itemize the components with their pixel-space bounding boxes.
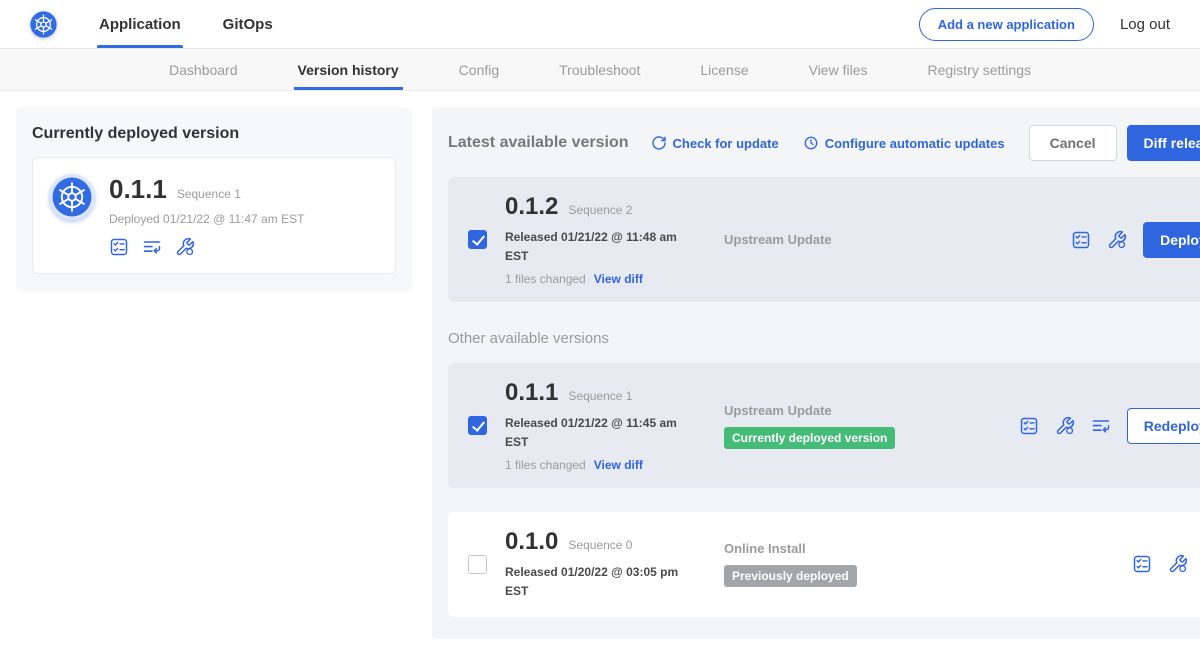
version-source: Online Install Previously deployed <box>720 541 1132 587</box>
currently-deployed-panel: Currently deployed version 0.1.1 Sequenc… <box>16 107 412 292</box>
release-notes-icon[interactable] <box>1132 554 1152 574</box>
diff-icon[interactable] <box>1091 416 1111 436</box>
config-wrench-icon[interactable] <box>1168 554 1188 574</box>
diff-releases-button[interactable]: Diff releases <box>1127 125 1200 161</box>
subnav-tab-version-history[interactable]: Version history <box>298 49 399 90</box>
version-source: Upstream Update Currently deployed versi… <box>720 403 1019 449</box>
version-row: 0.1.2 Sequence 2 Released 01/21/22 @ 11:… <box>448 177 1200 302</box>
add-new-application-button[interactable]: Add a new application <box>919 8 1094 41</box>
topnav-right: Add a new application Log out <box>919 8 1170 41</box>
subnav-tab-troubleshoot[interactable]: Troubleshoot <box>559 49 640 90</box>
version-sequence: Sequence 1 <box>568 389 632 403</box>
version-number: 0.1.2 <box>505 193 558 221</box>
deployed-version-info: 0.1.1 Sequence 1 Deployed 01/21/22 @ 11:… <box>109 174 304 257</box>
version-number: 0.1.1 <box>505 379 558 407</box>
files-changed: 1 files changed <box>505 458 586 472</box>
tab-application[interactable]: Application <box>99 0 181 48</box>
cancel-button[interactable]: Cancel <box>1029 125 1117 161</box>
release-notes-icon[interactable] <box>109 237 129 257</box>
main-content: Currently deployed version 0.1.1 Sequenc… <box>0 91 1200 655</box>
subnav-tab-registry-settings[interactable]: Registry settings <box>928 49 1031 90</box>
top-navbar: Application GitOps Add a new application… <box>0 0 1200 49</box>
release-notes-icon[interactable] <box>1019 416 1039 436</box>
deployed-timestamp: Deployed 01/21/22 @ 11:47 am EST <box>109 212 304 226</box>
deployed-sequence: Sequence 1 <box>177 187 241 201</box>
release-notes-icon[interactable] <box>1071 230 1091 250</box>
subnav-tab-view-files[interactable]: View files <box>809 49 868 90</box>
deploy-button[interactable]: Deploy <box>1143 222 1200 258</box>
version-history-panel: Latest available version Check for updat… <box>432 107 1200 639</box>
source-label: Upstream Update <box>724 403 1019 418</box>
version-source: Upstream Update <box>720 232 1071 247</box>
version-actions: Deploy <box>1071 222 1200 258</box>
check-for-update-link[interactable]: Check for update <box>651 135 779 151</box>
version-sequence: Sequence 2 <box>568 203 632 217</box>
latest-version-header: Latest available version Check for updat… <box>448 125 1200 161</box>
tab-gitops[interactable]: GitOps <box>223 0 273 48</box>
app-icon <box>49 174 95 220</box>
version-checkbox[interactable] <box>468 230 487 249</box>
version-row: 0.1.0 Sequence 0 Released 01/20/22 @ 03:… <box>448 512 1200 616</box>
deployed-version-card: 0.1.1 Sequence 1 Deployed 01/21/22 @ 11:… <box>32 157 396 274</box>
header-actions: Cancel Diff releases <box>1029 125 1200 161</box>
app-subnav: Dashboard Version history Config Trouble… <box>0 49 1200 91</box>
source-label: Online Install <box>724 541 1132 556</box>
version-info: 0.1.1 Sequence 1 Released 01/21/22 @ 11:… <box>505 379 720 472</box>
other-versions-title: Other available versions <box>448 330 1200 347</box>
view-diff-link[interactable]: View diff <box>594 458 643 472</box>
diff-icon[interactable] <box>142 237 162 257</box>
schedule-icon <box>803 135 819 151</box>
check-for-update-label: Check for update <box>673 136 779 151</box>
configure-auto-updates-label: Configure automatic updates <box>825 136 1005 151</box>
subnav-tab-dashboard[interactable]: Dashboard <box>169 49 238 90</box>
redeploy-button[interactable]: Redeploy <box>1127 408 1200 444</box>
subnav-tab-config[interactable]: Config <box>459 49 499 90</box>
logout-link[interactable]: Log out <box>1120 16 1170 33</box>
config-wrench-icon[interactable] <box>1055 416 1075 436</box>
previously-deployed-badge: Previously deployed <box>724 565 857 587</box>
config-wrench-icon[interactable] <box>175 237 195 257</box>
version-info: 0.1.0 Sequence 0 Released 01/20/22 @ 03:… <box>505 528 720 600</box>
latest-version-title: Latest available version <box>448 134 629 152</box>
subnav-tab-license[interactable]: License <box>700 49 748 90</box>
version-sequence: Sequence 0 <box>568 538 632 552</box>
source-label: Upstream Update <box>724 232 1071 247</box>
version-checkbox[interactable] <box>468 416 487 435</box>
files-changed: 1 files changed <box>505 272 586 286</box>
version-row: 0.1.1 Sequence 1 Released 01/21/22 @ 11:… <box>448 363 1200 488</box>
configure-auto-updates-link[interactable]: Configure automatic updates <box>803 135 1005 151</box>
released-timestamp: Released 01/20/22 @ 03:05 pm EST <box>505 563 697 600</box>
version-checkbox[interactable] <box>468 555 487 574</box>
kubernetes-logo-icon <box>30 11 57 38</box>
deployed-version-number: 0.1.1 <box>109 174 167 205</box>
version-number: 0.1.0 <box>505 528 558 556</box>
deployed-status-badge: Currently deployed version <box>724 427 895 449</box>
version-info: 0.1.2 Sequence 2 Released 01/21/22 @ 11:… <box>505 193 720 286</box>
refresh-icon <box>651 135 667 151</box>
config-wrench-icon[interactable] <box>1107 230 1127 250</box>
currently-deployed-title: Currently deployed version <box>32 125 396 143</box>
top-tabs: Application GitOps <box>99 0 315 48</box>
released-timestamp: Released 01/21/22 @ 11:45 am EST <box>505 414 697 451</box>
view-diff-link[interactable]: View diff <box>594 272 643 286</box>
version-actions: Redeploy <box>1019 408 1200 444</box>
released-timestamp: Released 01/21/22 @ 11:48 am EST <box>505 228 697 265</box>
version-actions <box>1132 554 1200 574</box>
